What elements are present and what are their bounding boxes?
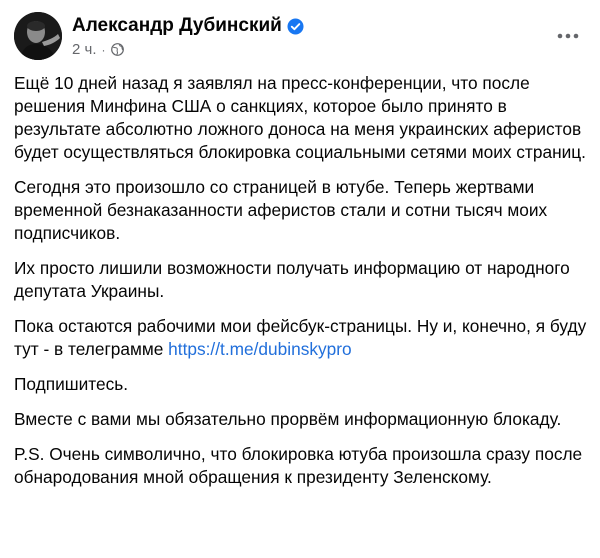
avatar[interactable] bbox=[14, 12, 62, 60]
paragraph-text: Сегодня это произошло со страницей в юту… bbox=[14, 177, 548, 243]
post-body: Ещё 10 дней назад я заявлял на пресс-кон… bbox=[14, 72, 594, 501]
telegram-link[interactable]: https://t.me/dubinskypro bbox=[168, 339, 351, 359]
paragraph-text: P.S. Очень символично, что блокировка ют… bbox=[14, 444, 583, 487]
author-name[interactable]: Александр Дубинский bbox=[72, 15, 282, 37]
post-paragraph-4: Пока остаются рабочими мои фейсбук-стран… bbox=[14, 315, 594, 361]
post-timestamp[interactable]: 2 ч. bbox=[72, 41, 97, 58]
post-paragraph-3: Их просто лишили возможности получать ин… bbox=[14, 257, 594, 303]
paragraph-text: Ещё 10 дней назад я заявлял на пресс-кон… bbox=[14, 73, 586, 162]
post-paragraph-5: Подпишитесь. bbox=[14, 373, 594, 396]
author-row: Александр Дубинский bbox=[72, 15, 304, 37]
post-paragraph-7: P.S. Очень символично, что блокировка ют… bbox=[14, 443, 594, 489]
post-paragraph-2: Сегодня это произошло со страницей в юту… bbox=[14, 176, 594, 245]
post-paragraph-6: Вместе с вами мы обязательно прорвём инф… bbox=[14, 408, 594, 431]
more-options-button[interactable] bbox=[550, 24, 586, 48]
more-options-icon bbox=[557, 33, 579, 39]
paragraph-text: Их просто лишили возможности получать ин… bbox=[14, 258, 570, 301]
post-meta: 2 ч. · bbox=[72, 41, 124, 58]
facebook-post: Александр Дубинский 2 ч. · Ещё 10 дней н… bbox=[0, 0, 600, 558]
paragraph-text: Вместе с вами мы обязательно прорвём инф… bbox=[14, 409, 562, 429]
meta-separator: · bbox=[101, 42, 106, 57]
paragraph-text: Подпишитесь. bbox=[14, 374, 129, 394]
verified-badge-icon bbox=[287, 18, 304, 35]
post-paragraph-1: Ещё 10 дней назад я заявлял на пресс-кон… bbox=[14, 72, 594, 164]
post-header: Александр Дубинский 2 ч. · bbox=[8, 8, 592, 64]
avatar-portrait-icon bbox=[14, 12, 62, 60]
globe-icon[interactable] bbox=[110, 43, 124, 56]
